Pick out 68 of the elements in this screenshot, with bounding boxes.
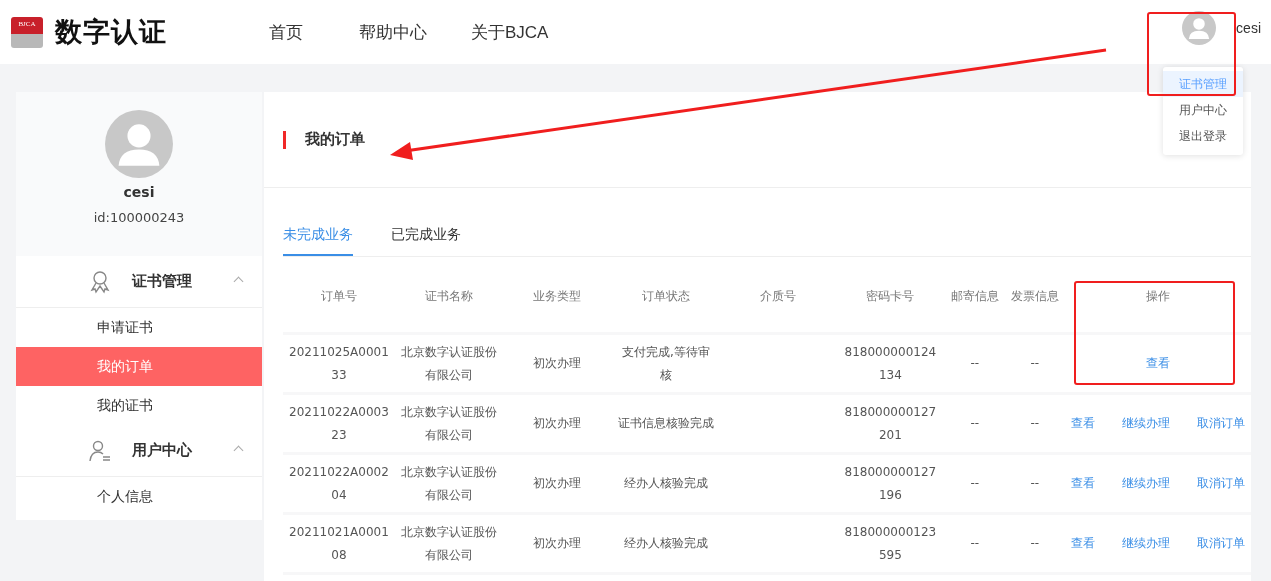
table-cell: 20211025A000133 (289, 344, 389, 382)
action-link[interactable]: 查看 (1071, 535, 1096, 552)
table-cell: 20211022A000204 (289, 464, 389, 502)
sidebar-group-title: 用户中心 (132, 441, 192, 460)
menu-item[interactable]: 退出登录 (1163, 123, 1243, 149)
user-id: id:100000243 (93, 210, 185, 225)
table-cell: 初次办理 (533, 536, 582, 550)
table-cell: -- (970, 536, 980, 550)
column-header: 业务类型 (533, 288, 582, 303)
sidebar-group-title: 证书管理 (132, 272, 192, 291)
action-link[interactable]: 查看 (1071, 475, 1096, 492)
table-cell: 818000000123595 (844, 524, 937, 562)
action-link[interactable]: 继续办理 (1122, 415, 1171, 432)
table-cell: 支付完成,等待审核 (621, 344, 710, 382)
table-cell: 北京数字认证股份有限公司 (400, 464, 497, 502)
user-name[interactable]: cesi (1236, 20, 1261, 36)
table-cell: 818000000127201 (844, 404, 937, 442)
action-link[interactable]: 查看 (1146, 355, 1171, 372)
tab[interactable]: 已完成业务 (391, 226, 461, 256)
table-cell: -- (970, 416, 980, 430)
column-header: 订单状态 (641, 288, 690, 303)
sidebar-item[interactable]: 个人信息 (16, 477, 262, 516)
action-link[interactable]: 取消订单 (1197, 475, 1245, 492)
action-link[interactable]: 继续办理 (1122, 535, 1171, 552)
table-cell: -- (1030, 356, 1040, 370)
table-cell: 初次办理 (533, 476, 582, 490)
table-cell: -- (970, 476, 980, 490)
table-cell: 北京数字认证股份有限公司 (400, 404, 497, 442)
column-header: 订单号 (320, 288, 357, 303)
tab[interactable]: 未完成业务 (283, 226, 353, 256)
table-cell: 经办人核验完成 (623, 476, 708, 490)
user-name: cesi (123, 184, 155, 200)
column-header: 发票信息 (1010, 288, 1059, 303)
nav-link[interactable]: 帮助中心 (359, 20, 427, 44)
action-link[interactable]: 继续办理 (1122, 475, 1171, 492)
table-cell: 20211022A000323 (289, 404, 389, 442)
table-cell: -- (970, 356, 980, 370)
logo-text: 数字认证 (55, 15, 167, 49)
column-header: 证书名称 (424, 288, 473, 303)
table-cell: 初次办理 (533, 416, 582, 430)
nav-link[interactable]: 关于BJCA (471, 20, 549, 44)
action-link[interactable]: 取消订单 (1197, 415, 1245, 432)
sidebar-item[interactable]: 我的订单 (16, 347, 262, 386)
menu-item[interactable]: 证书管理 (1163, 71, 1243, 97)
table-cell: 初次办理 (533, 356, 582, 370)
table-cell: -- (1030, 476, 1040, 490)
menu-item[interactable]: 用户中心 (1163, 97, 1243, 123)
table-cell: 北京数字认证股份有限公司 (400, 524, 497, 562)
sidebar-group[interactable]: 用户中心 (16, 425, 262, 477)
column-header: 介质号 (759, 288, 796, 303)
table-cell: -- (1030, 416, 1040, 430)
sidebar-item[interactable]: 我的证书 (16, 386, 262, 425)
action-link[interactable]: 取消订单 (1197, 535, 1245, 552)
sidebar-group[interactable]: 证书管理 (16, 256, 262, 308)
nav-link[interactable]: 首页 (269, 20, 303, 44)
action-link[interactable]: 查看 (1071, 415, 1096, 432)
table-cell: 818000000124134 (844, 344, 937, 382)
table-cell: 经办人核验完成 (623, 536, 708, 550)
sidebar-item[interactable]: 申请证书 (16, 308, 262, 347)
column-header: 邮寄信息 (950, 288, 999, 303)
table-cell: -- (1030, 536, 1040, 550)
table-cell: 北京数字认证股份有限公司 (400, 344, 497, 382)
table-cell: 证书信息核验完成 (617, 416, 714, 430)
column-header: 操作 (1146, 288, 1171, 303)
column-header: 密码卡号 (866, 288, 915, 303)
table-cell: 818000000127196 (844, 464, 937, 502)
table-cell: 20211021A000108 (289, 524, 389, 562)
page-title: 我的订单 (305, 130, 365, 149)
